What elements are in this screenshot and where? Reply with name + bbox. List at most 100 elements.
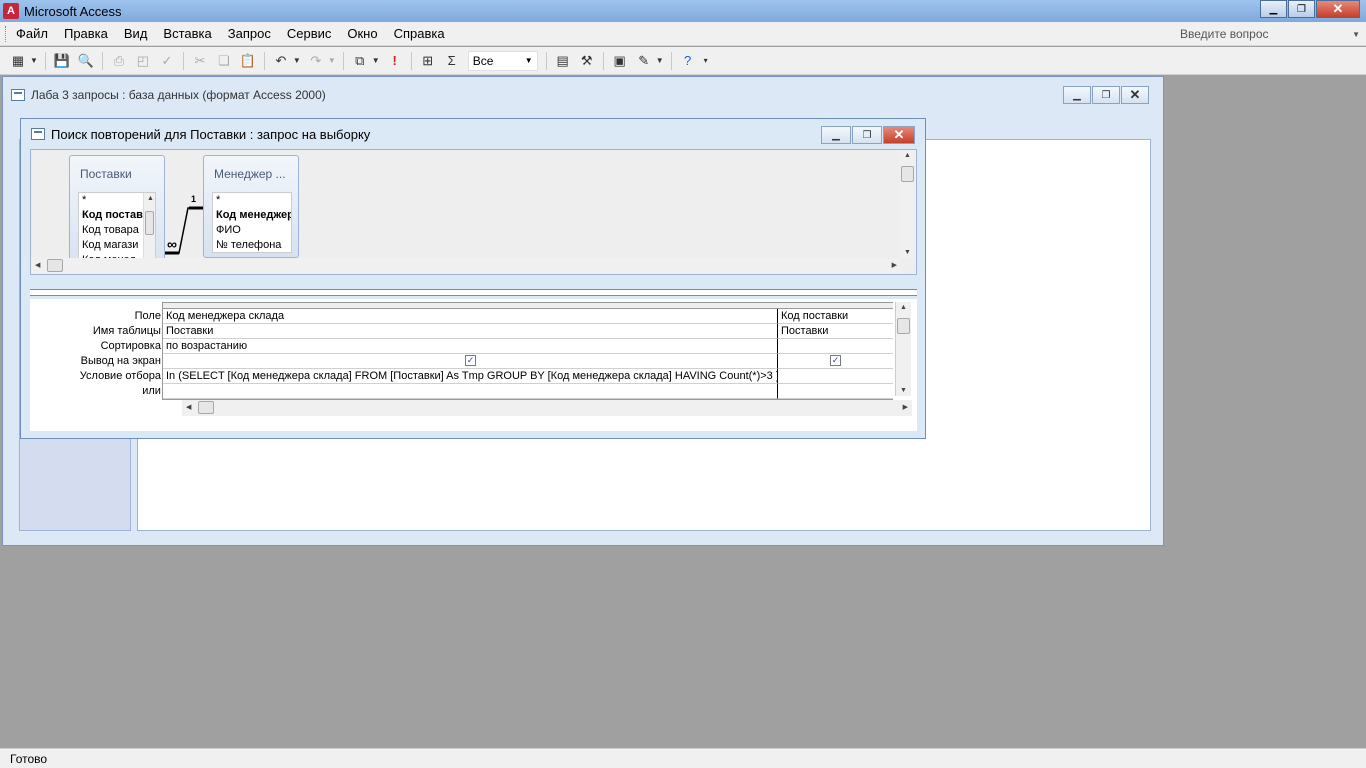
chevron-down-icon[interactable]: ▼ [30,56,38,65]
ask-question-box[interactable]: Введите вопрос ▼ [1180,25,1360,43]
scroll-right-icon[interactable]: ▶ [892,261,897,269]
show-table-icon[interactable]: ⊞ [417,50,439,72]
toolbar-separator [44,51,46,70]
scroll-right-icon[interactable]: ▶ [903,403,908,411]
grid-cell-criteria[interactable]: In (SELECT [Код менеджера склада] FROM [… [163,369,778,384]
grid-cell-table[interactable]: Поставки [778,324,893,339]
grid-cell-criteria[interactable] [778,369,893,384]
query-minimize-button[interactable]: ▁ [821,126,851,144]
paste-icon[interactable]: 📋 [237,50,259,72]
db-maximize-button[interactable]: ❐ [1092,86,1120,104]
database-icon [11,89,25,101]
grid-cell-sort[interactable]: по возрастанию [163,339,778,354]
menu-file[interactable]: Файл [8,26,56,41]
scroll-thumb[interactable] [901,166,914,182]
grid-hscroll[interactable]: ◀ ▶ [182,400,912,416]
grid-cell-field[interactable]: Код менеджера склада [163,309,778,324]
toolbar-separator [602,51,604,70]
toolbar-separator [545,51,547,70]
print-preview-icon[interactable]: ◰ [132,50,154,72]
save-icon[interactable]: 💾 [51,50,73,72]
grid-cell-show[interactable]: ✓ [778,354,893,369]
design-grid-pane: Поле: Имя таблицы: Сортировка: Вывод на … [30,299,917,431]
query-maximize-button[interactable]: ❐ [852,126,882,144]
scroll-thumb[interactable] [145,211,154,235]
query-type-icon[interactable]: ⧉ [349,50,371,72]
field-item[interactable]: * [213,193,291,208]
chevron-down-icon[interactable]: ▼ [293,56,301,65]
top-values-value: Все [472,53,494,68]
totals-icon[interactable]: Σ [441,50,463,72]
menu-view[interactable]: Вид [116,26,156,41]
show-checkbox[interactable]: ✓ [830,355,841,366]
menu-insert[interactable]: Вставка [155,26,219,41]
row-label-show: Вывод на экран: [80,355,164,367]
table-pane: Поставки * Код постав Код товара Код маг… [30,149,917,275]
redo-icon[interactable]: ↷ [305,50,327,72]
table-pane-vscroll[interactable]: ▲ ▼ [900,150,916,258]
scroll-thumb[interactable] [47,259,63,272]
menu-tools[interactable]: Сервис [279,26,340,41]
close-button[interactable]: ✕ [1316,0,1360,18]
top-values-select[interactable]: Все ▼ [467,50,538,71]
menu-edit[interactable]: Правка [56,26,116,41]
run-icon[interactable]: ! [384,50,406,72]
pane-splitter[interactable] [30,289,917,296]
chevron-down-icon[interactable]: ▼ [656,56,664,65]
field-list-postavki[interactable]: Поставки * Код постав Код товара Код маг… [69,155,165,271]
field-list-scrollbar[interactable]: ▲ ▼ [143,193,155,265]
toolbar: ▦ ▼ 💾 🔍 ⎙ ◰ ✓ ✂ ❏ 📋 ↶ ▼ ↷ ▼ ⧉ ▼ ! ⊞ Σ Все ▼ … [0,47,1366,75]
build-icon[interactable]: ⚒ [576,50,598,72]
table-pane-hscroll[interactable]: ◀ ▶ [31,258,901,274]
status-text: Готово [10,751,48,766]
scroll-up-icon[interactable]: ▲ [900,304,907,311]
database-window-icon[interactable]: ▣ [609,50,631,72]
access-app-icon[interactable]: A [3,3,19,19]
properties-icon[interactable]: ▤ [552,50,574,72]
chevron-down-icon[interactable]: ▼ [372,56,380,65]
field-item[interactable]: № телефона [213,238,291,252]
view-icon[interactable]: ▦ [7,50,29,72]
field-item[interactable]: ФИО [213,223,291,238]
toolbar-options-icon[interactable]: ▾ [701,50,711,72]
scroll-down-icon[interactable]: ▼ [900,387,907,394]
file-search-icon[interactable]: 🔍 [75,50,97,72]
cut-icon[interactable]: ✂ [189,50,211,72]
chevron-down-icon[interactable]: ▼ [328,56,336,65]
show-checkbox[interactable]: ✓ [465,355,476,366]
copy-icon[interactable]: ❏ [213,50,235,72]
undo-icon[interactable]: ↶ [270,50,292,72]
scroll-thumb[interactable] [198,401,214,414]
menu-window[interactable]: Окно [339,26,385,41]
field-list-manager[interactable]: Менеджер ... * Код менеджер ФИО № телефо… [203,155,299,258]
scroll-left-icon[interactable]: ◀ [186,403,191,411]
grid-vscroll[interactable]: ▲ ▼ [895,302,911,396]
query-window-title: Поиск повторений для Поставки : запрос н… [51,126,371,142]
grid-cell-show[interactable]: ✓ [163,354,778,369]
grid-cell-or[interactable] [163,384,778,399]
toolbar-separator [101,51,103,70]
print-icon[interactable]: ⎙ [108,50,130,72]
scroll-left-icon[interactable]: ◀ [35,261,40,269]
grid-cell-or[interactable] [778,384,893,399]
spelling-icon[interactable]: ✓ [156,50,178,72]
db-close-button[interactable]: ✕ [1121,86,1149,104]
menu-query[interactable]: Запрос [220,26,279,41]
new-object-icon[interactable]: ✎ [633,50,655,72]
scroll-up-icon[interactable]: ▲ [904,152,911,159]
grid-cell-field[interactable]: Код поставки [778,309,893,324]
grid-cell-sort[interactable] [778,339,893,354]
restore-button[interactable]: ❐ [1288,0,1315,18]
scroll-down-icon[interactable]: ▼ [904,249,911,256]
query-close-button[interactable]: ✕ [883,126,915,144]
database-window-titlebar: Лаба 3 запросы : база данных (формат Acc… [3,77,1163,113]
grid-cell-table[interactable]: Поставки [163,324,778,339]
menu-help[interactable]: Справка [386,26,453,41]
scroll-thumb[interactable] [897,318,910,334]
field-item[interactable]: Код менеджер [213,208,291,223]
help-icon[interactable]: ? [677,50,699,72]
scroll-up-icon[interactable]: ▲ [147,195,154,202]
minimize-button[interactable]: ▁ [1260,0,1287,18]
toolbar-separator [263,51,265,70]
db-minimize-button[interactable]: ▁ [1063,86,1091,104]
